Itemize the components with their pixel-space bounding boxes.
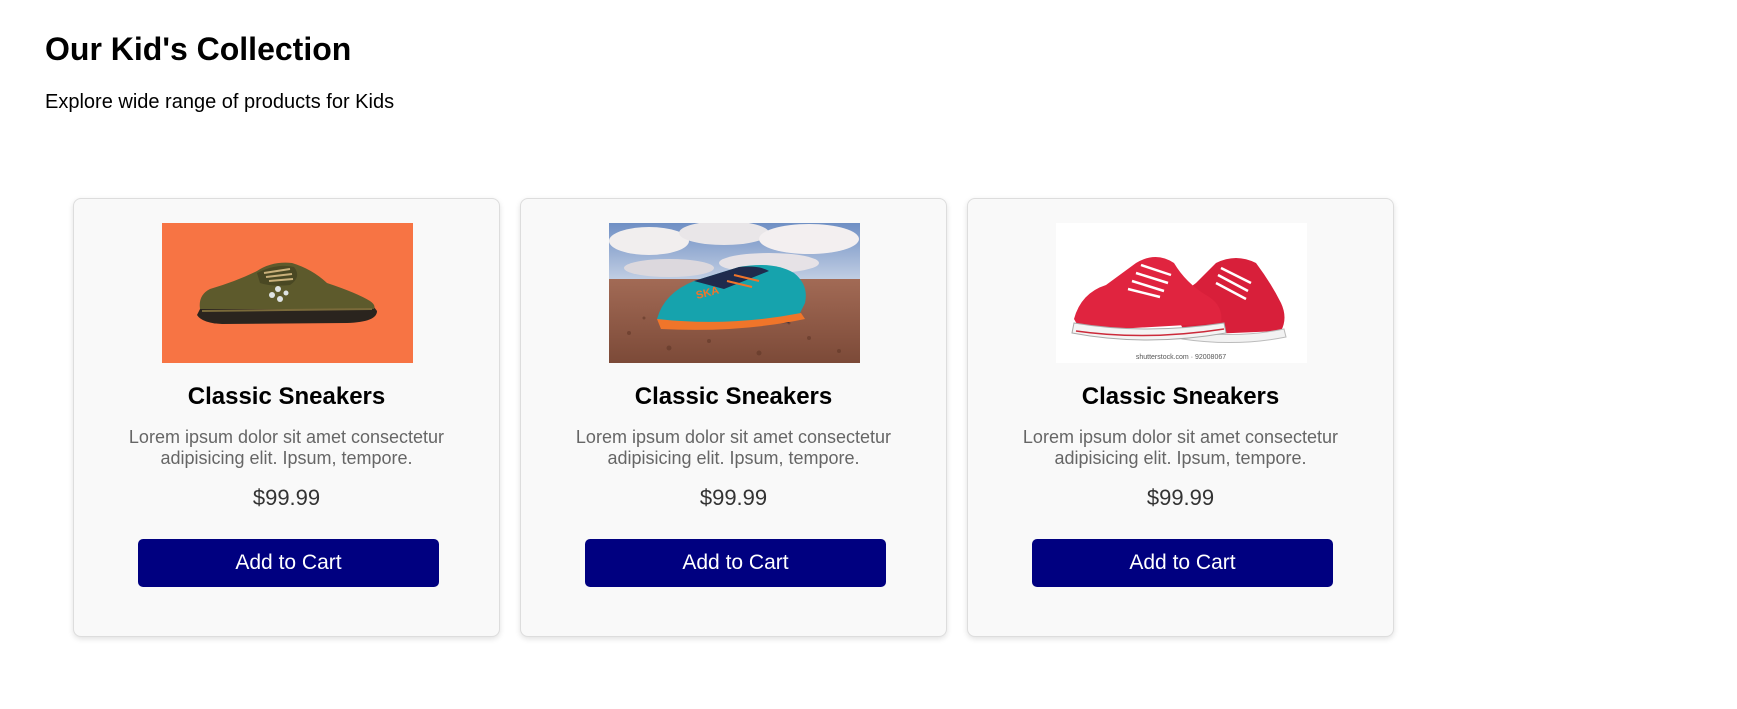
- product-price: $99.99: [699, 485, 768, 510]
- product-card: Classic Sneakers Lorem ipsum dolor sit a…: [73, 198, 500, 637]
- product-image: SKA: [609, 223, 860, 363]
- image-watermark-text: shutterstock.com · 92008067: [1136, 354, 1226, 361]
- add-to-cart-button[interactable]: Add to Cart: [1032, 539, 1333, 587]
- product-description: Lorem ipsum dolor sit amet consectetur a…: [575, 427, 892, 468]
- product-price: $99.99: [252, 485, 321, 510]
- product-name: Classic Sneakers: [634, 383, 833, 410]
- page-title: Our Kid's Collection: [45, 31, 352, 67]
- product-card: SKA Classic Sneakers Lorem ipsum dolor s…: [520, 198, 947, 637]
- product-image: [162, 223, 413, 363]
- add-to-cart-button[interactable]: Add to Cart: [585, 539, 886, 587]
- product-name: Classic Sneakers: [1081, 383, 1280, 410]
- product-image: shutterstock.com · 92008067: [1056, 223, 1307, 363]
- page: Our Kid's Collection Explore wide range …: [0, 0, 1737, 709]
- add-to-cart-button[interactable]: Add to Cart: [138, 539, 439, 587]
- product-price: $99.99: [1146, 485, 1215, 510]
- product-name: Classic Sneakers: [187, 383, 386, 410]
- page-subtitle: Explore wide range of products for Kids: [45, 91, 395, 113]
- product-grid: Classic Sneakers Lorem ipsum dolor sit a…: [73, 198, 1394, 637]
- product-description: Lorem ipsum dolor sit amet consectetur a…: [128, 427, 445, 468]
- product-card: shutterstock.com · 92008067 Classic Snea…: [967, 198, 1394, 637]
- product-description: Lorem ipsum dolor sit amet consectetur a…: [1022, 427, 1339, 468]
